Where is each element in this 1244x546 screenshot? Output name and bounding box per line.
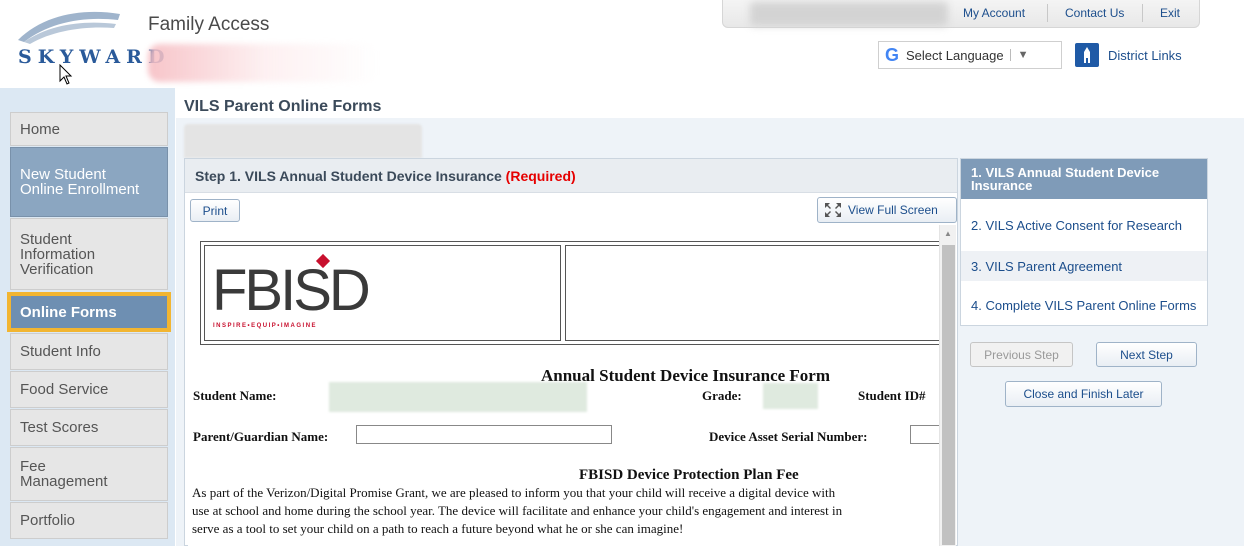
sidebar-item-label: New Student Online Enrollment (20, 166, 140, 198)
header: SKYWARD Family Access My Account Contact… (0, 0, 1244, 88)
required-badge: (Required) (505, 168, 576, 184)
sidebar-item-label: Food Service (20, 381, 109, 398)
step-2-item[interactable]: 2. VILS Active Consent for Research (961, 205, 1207, 245)
next-step-label: Next Step (1120, 347, 1173, 362)
sidebar-item-home[interactable]: Home (10, 112, 168, 146)
expand-icon (825, 203, 841, 217)
logo-tagline: INSPIRE•EQUIP•IMAGINE (213, 323, 318, 329)
close-and-finish-later-label: Close and Finish Later (1023, 387, 1144, 401)
step-label: 3. VILS Parent Agreement (971, 258, 1123, 274)
view-full-screen-button[interactable]: View Full Screen (817, 197, 957, 223)
sidebar-item-label: Fee Management (20, 458, 108, 490)
print-button[interactable]: Print (190, 199, 240, 222)
steps-list: 1. VILS Annual Student Device Insurance … (960, 158, 1208, 326)
skyward-swoosh-icon (18, 11, 120, 44)
student-id-label: Student ID# (858, 388, 926, 403)
sidebar-item-label: Student Information Verification (20, 230, 96, 278)
sidebar-item-portfolio[interactable]: Portfolio (10, 502, 168, 539)
skyward-logo[interactable]: SKYWARD (14, 8, 164, 88)
grade-value-redacted (763, 383, 818, 409)
student-name-value-redacted (329, 382, 587, 412)
scroll-up-icon[interactable]: ▲ (944, 229, 952, 238)
step-3-item[interactable]: 3. VILS Parent Agreement (961, 251, 1207, 281)
sidebar-item-label: Home (20, 120, 61, 138)
paragraph-line: use at school and home during the school… (192, 503, 843, 518)
sidebar-item-fee-management[interactable]: Fee Management (10, 447, 168, 501)
previous-step-button[interactable]: Previous Step (970, 342, 1073, 367)
fee-paragraph: As part of the Verizon/Digital Promise G… (192, 484, 941, 538)
serial-number-label: Device Asset Serial Number: (709, 429, 868, 444)
step-panel: Step 1. VILS Annual Student Device Insur… (184, 158, 958, 546)
sidebar-item-food-service[interactable]: Food Service (10, 371, 168, 408)
sidebar-item-test-scores[interactable]: Test Scores (10, 409, 168, 446)
student-tab-redacted[interactable] (184, 124, 422, 158)
account-name-redacted (750, 2, 948, 26)
letterhead-right-cell (565, 245, 941, 341)
logo-cell: FBISD INSPIRE•EQUIP•IMAGINE (204, 245, 561, 341)
divider (1047, 4, 1048, 22)
fee-title: FBISD Device Protection Plan Fee (579, 467, 799, 483)
sidebar-item-label: Test Scores (20, 419, 99, 436)
step-title: Step 1. VILS Annual Student Device Insur… (195, 168, 576, 184)
student-name-label: Student Name: (193, 388, 277, 403)
parent-guardian-input[interactable] (356, 425, 612, 444)
paragraph-line: serve as a tool to set your child on a p… (192, 521, 684, 536)
sidebar-item-online-forms[interactable]: Online Forms (10, 295, 168, 329)
previous-step-label: Previous Step (984, 347, 1059, 362)
mouse-cursor-icon (59, 64, 73, 85)
step-title-text: Step 1. VILS Annual Student Device Insur… (195, 168, 502, 184)
page-title: VILS Parent Online Forms (184, 98, 382, 115)
user-name-redacted (148, 44, 378, 82)
contact-us-link[interactable]: Contact Us (1065, 6, 1124, 20)
district-links-label: District Links (1108, 47, 1182, 63)
select-language-dropdown[interactable]: G Select Language ▼ (878, 41, 1062, 69)
grade-label: Grade: (702, 388, 742, 403)
district-links-button[interactable]: District Links (1075, 43, 1182, 67)
language-label: Select Language (906, 47, 1004, 63)
divider (1142, 4, 1143, 22)
sidebar-item-new-student-enrollment[interactable]: New Student Online Enrollment (10, 147, 168, 217)
step-1-item[interactable]: 1. VILS Annual Student Device Insurance (961, 159, 1207, 199)
step-label: 1. VILS Annual Student Device Insurance (971, 165, 1160, 193)
app-title: Family Access (148, 14, 270, 35)
serial-number-input[interactable] (910, 425, 941, 444)
next-step-button[interactable]: Next Step (1096, 342, 1197, 367)
sidebar-item-label: Portfolio (20, 512, 76, 529)
my-account-link[interactable]: My Account (963, 6, 1025, 20)
google-g-icon: G (885, 44, 900, 65)
document-viewer[interactable]: FBISD INSPIRE•EQUIP•IMAGINE Annual Stude… (188, 225, 941, 546)
scroll-thumb[interactable] (942, 245, 955, 545)
step-header: Step 1. VILS Annual Student Device Insur… (185, 159, 957, 193)
document-scrollbar[interactable]: ▲ (939, 225, 956, 546)
sidebar-item-student-info[interactable]: Student Info (10, 333, 168, 370)
print-label: Print (202, 203, 228, 218)
exit-link[interactable]: Exit (1160, 6, 1180, 20)
step-label: 2. VILS Active Consent for Research (971, 217, 1182, 233)
sidebar-item-student-information-verification[interactable]: Student Information Verification (10, 218, 168, 290)
fbisd-logo: FBISD (212, 258, 371, 323)
chevron-down-icon: ▼ (1009, 49, 1029, 61)
paragraph-line: As part of the Verizon/Digital Promise G… (192, 485, 836, 500)
letterhead-table: FBISD INSPIRE•EQUIP•IMAGINE (200, 241, 941, 345)
sidebar-item-label: Online Forms (20, 303, 117, 321)
sidebar-item-label: Student Info (20, 343, 101, 360)
view-full-screen-label: View Full Screen (848, 203, 938, 217)
step-label: 4. Complete VILS Parent Online Forms (971, 297, 1197, 313)
step-4-item[interactable]: 4. Complete VILS Parent Online Forms (961, 285, 1207, 325)
school-icon (1075, 43, 1099, 67)
parent-guardian-label: Parent/Guardian Name: (193, 429, 329, 444)
close-and-finish-later-button[interactable]: Close and Finish Later (1005, 381, 1162, 407)
